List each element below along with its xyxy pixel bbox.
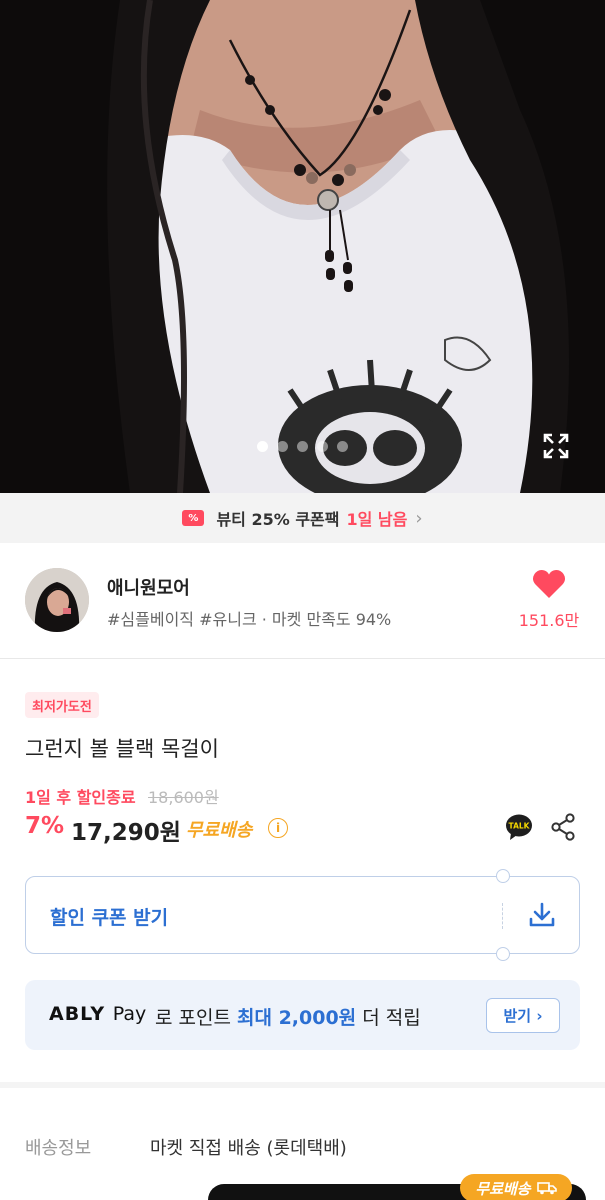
coupon-days-left: 1일 남음 <box>346 510 408 529</box>
carousel-dot[interactable] <box>337 441 348 452</box>
info-icon[interactable]: i <box>268 818 288 838</box>
expand-icon[interactable] <box>541 431 571 461</box>
free-shipping-badge: 무료배송 <box>460 1174 572 1200</box>
sale-price: 17,290원 <box>71 820 181 846</box>
like-button[interactable]: 151.6만 <box>514 569 584 631</box>
share-icon[interactable] <box>550 813 576 841</box>
lowest-price-badge: 최저가도전 <box>25 692 99 718</box>
chevron-right-icon: › <box>536 1006 543 1025</box>
original-price: 18,600원 <box>148 788 219 807</box>
truck-icon <box>536 1182 557 1195</box>
discount-rate: 7% <box>25 813 65 839</box>
svg-text:TALK: TALK <box>509 822 531 831</box>
coupon-ticket-icon: % <box>182 510 205 526</box>
shipping-info-label: 배송정보 <box>25 1138 92 1159</box>
download-icon[interactable] <box>526 899 558 931</box>
coupon-download-button[interactable]: 할인 쿠폰 받기 <box>25 869 580 961</box>
ably-pay-text: 로 포인트 최대 2,000원 더 적립 <box>155 1007 421 1029</box>
carousel-dot[interactable] <box>257 441 268 452</box>
carousel-dot[interactable] <box>297 441 308 452</box>
seller-section[interactable]: 애니원모어 #심플베이직 #유니크 · 마켓 만족도 94% 151.6만 <box>0 543 605 659</box>
carousel-dots[interactable] <box>0 441 605 455</box>
kakao-talk-icon[interactable]: TALK <box>505 813 533 841</box>
product-photo <box>0 0 605 493</box>
heart-icon <box>532 569 566 598</box>
free-shipping-label: 무료배송 <box>186 820 253 841</box>
coupon-pack-text: 뷰티 25% 쿠폰팩 <box>216 510 340 529</box>
section-divider <box>0 1082 605 1088</box>
chevron-right-icon: › <box>415 507 423 529</box>
seller-tags: #심플베이직 #유니크 · 마켓 만족도 94% <box>107 610 392 629</box>
coupon-download-label: 할인 쿠폰 받기 <box>50 907 169 929</box>
seller-name[interactable]: 애니원모어 <box>107 574 190 600</box>
product-name: 그런지 볼 블랙 목걸이 <box>25 737 219 761</box>
coupon-pack-banner[interactable]: % 뷰티 25% 쿠폰팩 1일 남음 › <box>0 493 605 543</box>
seller-avatar[interactable] <box>25 568 89 632</box>
sale-end-text: 1일 후 할인종료 <box>25 788 136 807</box>
ably-pay-banner[interactable]: ABLY Pay 로 포인트 최대 2,000원 더 적립 받기 › <box>25 980 580 1050</box>
ably-pay-receive-button[interactable]: 받기 › <box>486 998 560 1033</box>
carousel-dot[interactable] <box>277 441 288 452</box>
carousel-dot[interactable] <box>317 441 328 452</box>
product-image[interactable] <box>0 0 605 493</box>
ticket-divider <box>502 903 503 929</box>
ably-pay-logo: ABLY Pay <box>49 1003 147 1025</box>
ticket-notch <box>496 947 510 961</box>
shipping-info-value: 마켓 직접 배송 (롯데택배) <box>150 1138 347 1159</box>
like-count: 151.6만 <box>518 611 580 630</box>
ticket-notch <box>496 869 510 883</box>
